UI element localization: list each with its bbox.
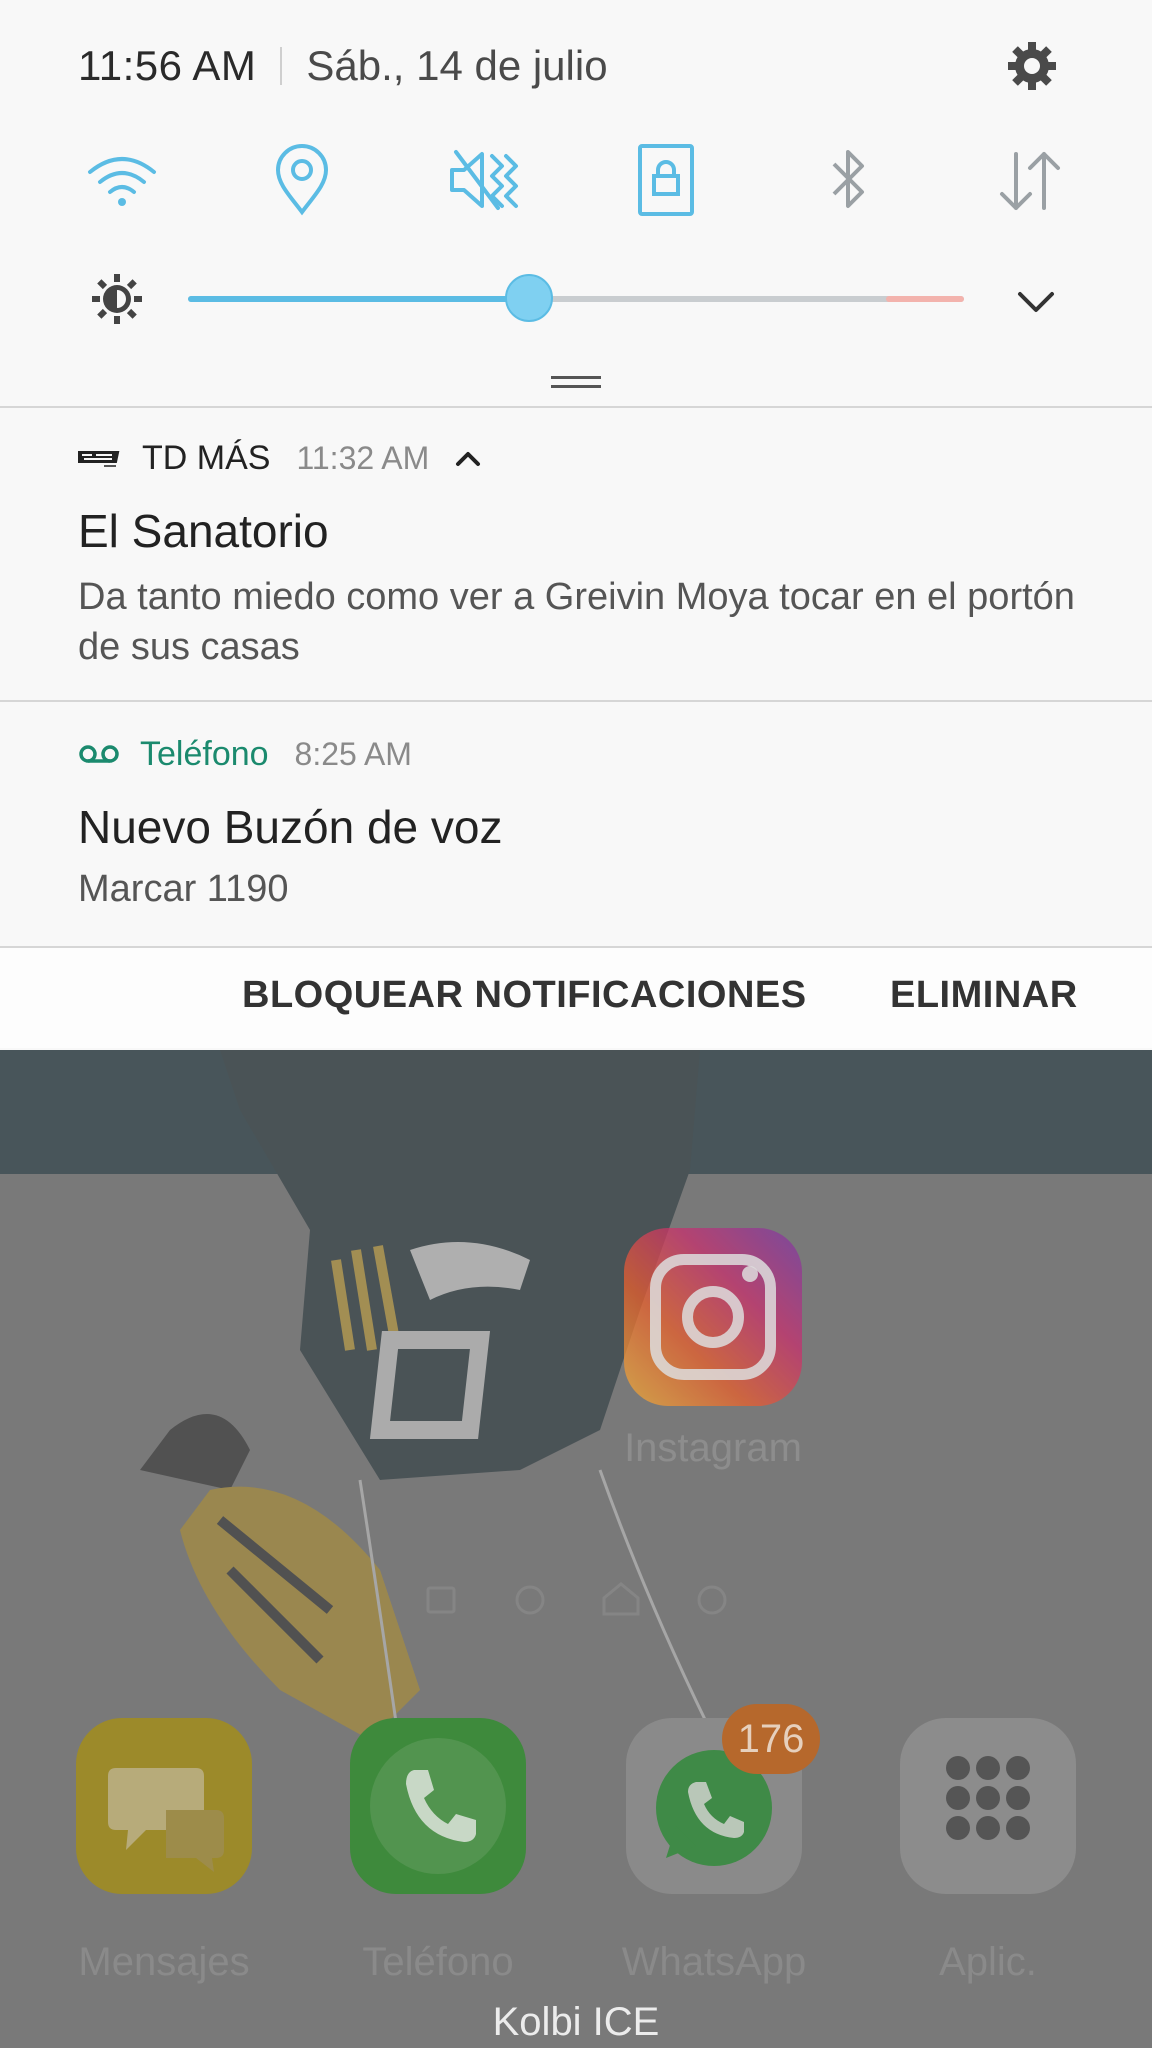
dock-label-whatsapp: WhatsApp bbox=[621, 1940, 807, 1984]
notification-app-name: Teléfono bbox=[140, 734, 269, 773]
divider bbox=[0, 700, 1152, 702]
app-icon-telefono[interactable] bbox=[350, 1718, 526, 1894]
mobile-data-toggle[interactable] bbox=[990, 140, 1070, 220]
gear-icon[interactable] bbox=[1002, 36, 1062, 96]
notification-time: 11:32 AM bbox=[296, 439, 430, 476]
location-toggle[interactable] bbox=[262, 140, 342, 220]
dock-label-telefono: Teléfono bbox=[362, 1940, 514, 1984]
date: Sáb., 14 de julio bbox=[306, 42, 608, 89]
app-drawer-icon[interactable] bbox=[900, 1718, 1076, 1894]
dim-overlay bbox=[0, 1050, 1152, 2048]
chevron-up-icon[interactable] bbox=[453, 447, 483, 469]
header-separator bbox=[280, 47, 283, 85]
brightness-slider-fill bbox=[188, 296, 529, 302]
notification-title: El Sanatorio bbox=[78, 505, 329, 557]
divider bbox=[0, 406, 1152, 408]
notification-header: TD MÁS 11:32 AM bbox=[78, 438, 483, 478]
notification-app-name: TD MÁS bbox=[142, 438, 271, 477]
brightness-slider-thumb[interactable] bbox=[505, 274, 553, 322]
voicemail-icon bbox=[79, 745, 119, 763]
whatsapp-unread-badge: 176 bbox=[722, 1704, 820, 1774]
page-dot-icon bbox=[697, 1585, 727, 1615]
notification-shade: 11:56 AM Sáb., 14 de julio TD MÁS 11:32 … bbox=[0, 0, 1152, 1050]
rotation-lock-toggle[interactable] bbox=[626, 140, 706, 220]
page-dot-icon bbox=[515, 1585, 545, 1615]
drag-handle[interactable] bbox=[551, 376, 601, 388]
mobile-data-icon bbox=[1000, 152, 1060, 210]
vibrate-mute-icon bbox=[450, 150, 518, 210]
clear-all-button[interactable]: ELIMINAR bbox=[890, 974, 1078, 1017]
chevron-down-icon[interactable] bbox=[1008, 276, 1064, 326]
sound-toggle[interactable] bbox=[444, 140, 524, 220]
home-screen: Instagram Mensajes Teléfono 176 WhatsApp bbox=[0, 1050, 1152, 2048]
brightness-icon bbox=[90, 272, 144, 326]
td-mas-logo-icon bbox=[78, 451, 120, 467]
notification-item[interactable]: TD MÁS 11:32 AM El Sanatorio Da tanto mi… bbox=[0, 438, 1152, 700]
brightness-high-zone bbox=[886, 296, 964, 302]
location-icon bbox=[275, 144, 329, 216]
quick-settings-row bbox=[0, 140, 1152, 220]
dock-label-mensajes: Mensajes bbox=[78, 1940, 250, 1984]
home-page-icon bbox=[602, 1582, 640, 1616]
wifi-toggle[interactable] bbox=[82, 140, 162, 220]
notification-actions: BLOQUEAR NOTIFICACIONES ELIMINAR bbox=[0, 948, 1152, 1048]
brightness-slider-track[interactable] bbox=[188, 296, 964, 302]
notification-body: Marcar 1190 bbox=[78, 868, 289, 910]
notification-title: Nuevo Buzón de voz bbox=[78, 801, 503, 853]
status-header: 11:56 AM Sáb., 14 de julio bbox=[78, 38, 608, 94]
bluetooth-icon bbox=[832, 150, 864, 208]
notification-item[interactable]: Teléfono 8:25 AM Nuevo Buzón de voz Marc… bbox=[0, 734, 1152, 944]
dock-label-aplic: Aplic. bbox=[939, 1940, 1037, 1984]
block-notifications-button[interactable]: BLOQUEAR NOTIFICACIONES bbox=[242, 974, 807, 1017]
carrier-label: Kolbi ICE bbox=[492, 2000, 660, 2044]
wifi-icon bbox=[88, 157, 156, 206]
brightness-row bbox=[0, 262, 1152, 334]
page-indicator[interactable] bbox=[0, 1580, 1152, 1620]
app-label-instagram: Instagram bbox=[624, 1426, 802, 1470]
app-icon-mensajes[interactable] bbox=[76, 1718, 252, 1894]
notification-header: Teléfono 8:25 AM bbox=[78, 734, 412, 774]
apps-list-page-icon bbox=[426, 1586, 456, 1614]
app-icon-instagram[interactable] bbox=[624, 1228, 802, 1406]
clock: 11:56 AM bbox=[78, 42, 257, 89]
bluetooth-toggle[interactable] bbox=[808, 140, 888, 220]
notification-time: 8:25 AM bbox=[294, 735, 412, 772]
notification-body: Da tanto miedo como ver a Greivin Moya t… bbox=[78, 576, 1075, 668]
screen-lock-rotation-icon bbox=[638, 144, 694, 216]
